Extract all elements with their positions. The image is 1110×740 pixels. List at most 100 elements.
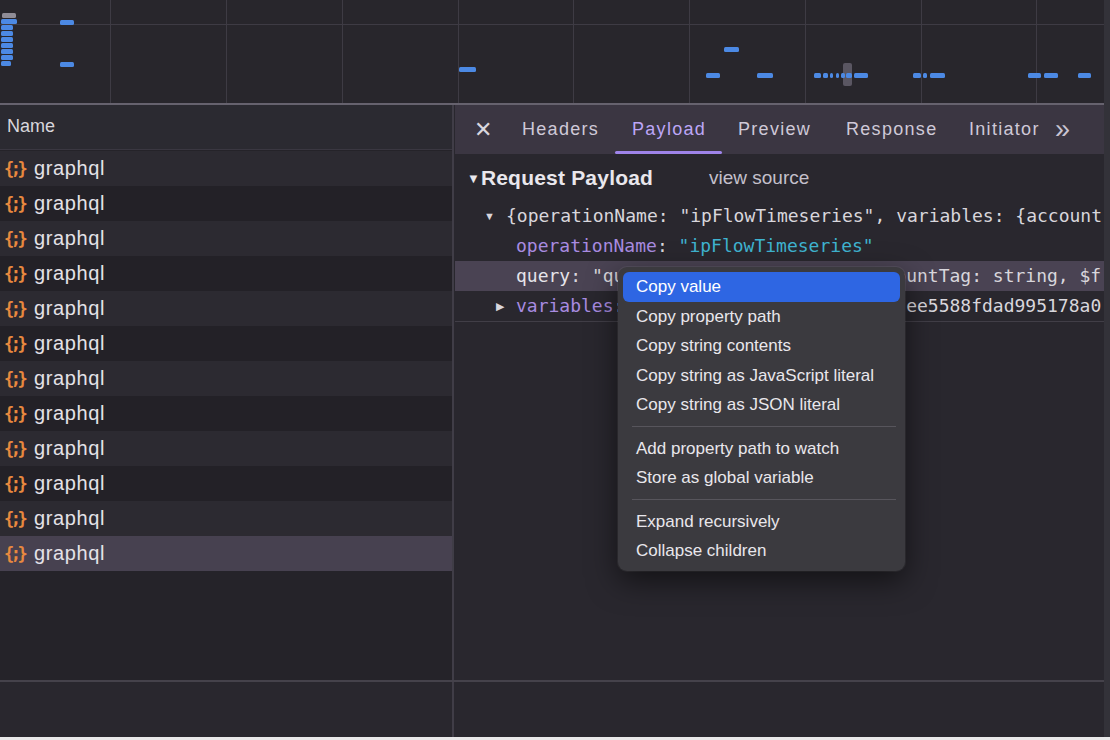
menu-item[interactable]: Copy property path [623, 302, 900, 332]
overview-request-bar [923, 73, 927, 78]
menu-item[interactable]: Collapse children [623, 536, 900, 566]
overview-request-bar [913, 73, 921, 78]
tab-initiator[interactable]: Initiator [969, 105, 1040, 154]
collapse-triangle-icon[interactable]: ▼ [467, 171, 480, 186]
view-source-label: view source [709, 167, 809, 189]
overview-request-bar [1, 25, 13, 30]
json-braces-icon: {;} [4, 439, 34, 459]
request-row[interactable]: {;}graphql [0, 501, 452, 536]
menu-item[interactable]: Expand recursively [623, 507, 900, 537]
overview-request-bar [854, 73, 868, 78]
request-name: graphql [34, 472, 105, 495]
property-value: "ipFlowTimeseries" [679, 235, 874, 256]
json-braces-icon: {;} [4, 159, 34, 179]
footer-divider [0, 680, 1104, 682]
menu-item[interactable]: Store as global variable [623, 463, 900, 493]
chevron-double-right-icon: » [1055, 114, 1070, 145]
overview-request-bar [814, 73, 821, 78]
request-list-panel: Name {;}graphql{;}graphql{;}graphql{;}gr… [0, 105, 452, 680]
close-icon[interactable]: ✕ [474, 105, 492, 154]
overview-request-bar [60, 62, 74, 67]
menu-item[interactable]: Copy value [623, 272, 900, 302]
property-key: query [516, 265, 570, 286]
overview-request-bar [706, 73, 720, 78]
grid-line [921, 0, 922, 103]
grid-line [1036, 0, 1037, 103]
request-name: graphql [34, 157, 105, 180]
json-braces-icon: {;} [4, 334, 34, 354]
tab-preview[interactable]: Preview [738, 105, 811, 154]
overview-request-bar [1, 49, 13, 54]
request-row[interactable]: {;}graphql [0, 256, 452, 291]
tab-headers[interactable]: Headers [522, 105, 599, 154]
json-braces-icon: {;} [4, 299, 34, 319]
request-row[interactable]: {;}graphql [0, 151, 452, 186]
request-name: graphql [34, 542, 105, 565]
column-header-label: Name [7, 116, 55, 137]
json-braces-icon: {;} [4, 369, 34, 389]
network-overview[interactable] [0, 0, 1110, 103]
grid-line [458, 0, 459, 103]
tab-payload[interactable]: Payload [632, 105, 706, 154]
tree-row-operation-name[interactable]: operationName: "ipFlowTimeseries" [455, 231, 1104, 261]
overview-request-bar [724, 47, 739, 52]
request-row[interactable]: {;}graphql [0, 326, 452, 361]
expander-icon[interactable]: ▶ [496, 291, 504, 321]
expander-icon[interactable]: ▼ [484, 201, 495, 231]
request-name: graphql [34, 297, 105, 320]
request-name: graphql [34, 367, 105, 390]
property-key: variables [516, 295, 614, 316]
overview-request-bar [1044, 73, 1058, 78]
menu-item[interactable]: Copy string as JavaScript literal [623, 361, 900, 391]
request-row[interactable]: {;}graphql [0, 291, 452, 326]
request-payload-section[interactable]: ▼ Request Payload [467, 161, 653, 195]
json-braces-icon: {;} [4, 264, 34, 284]
column-header-name[interactable]: Name [0, 105, 452, 150]
json-braces-icon: {;} [4, 229, 34, 249]
overview-request-bar [836, 73, 839, 78]
request-name: graphql [34, 437, 105, 460]
request-row[interactable]: {;}graphql [0, 466, 452, 501]
overview-request-bar [1078, 73, 1091, 78]
overview-request-bar [1, 19, 17, 24]
tree-row-root[interactable]: ▼{operationName: "ipFlowTimeseries", var… [455, 201, 1104, 231]
json-braces-icon: {;} [4, 404, 34, 424]
close-glyph: ✕ [474, 117, 492, 143]
menu-item[interactable]: Copy string as JSON literal [623, 390, 900, 420]
property-key: operationName [516, 235, 657, 256]
request-name: graphql [34, 192, 105, 215]
grid-line [0, 24, 1110, 25]
overview-request-bar [830, 73, 833, 78]
overview-request-bar [823, 73, 828, 78]
request-row[interactable]: {;}graphql [0, 186, 452, 221]
overview-request-bar [930, 73, 945, 78]
tab-response[interactable]: Response [846, 105, 937, 154]
request-row[interactable]: {;}graphql [0, 396, 452, 431]
detail-tabbar: ✕ » Headers Payload Preview Response Initiat… [455, 105, 1104, 154]
grid-line [110, 0, 111, 103]
view-source-link[interactable]: view source [709, 161, 809, 195]
grid-line [689, 0, 690, 103]
overview-request-bar [1, 31, 13, 36]
request-row[interactable]: {;}graphql [0, 536, 452, 571]
overview-request-bar [841, 73, 845, 78]
request-name: graphql [34, 507, 105, 530]
window-edge [1104, 0, 1110, 737]
menu-separator [623, 420, 900, 434]
request-name: graphql [34, 262, 105, 285]
json-braces-icon: {;} [4, 509, 34, 529]
menu-item[interactable]: Copy string contents [623, 331, 900, 361]
more-tabs-icon[interactable]: » [1055, 105, 1070, 154]
overview-request-bar [1, 37, 13, 42]
request-row[interactable]: {;}graphql [0, 361, 452, 396]
panel-divider[interactable] [452, 105, 454, 737]
request-row[interactable]: {;}graphql [0, 221, 452, 256]
request-name: graphql [34, 227, 105, 250]
grid-line [805, 0, 806, 103]
request-row[interactable]: {;}graphql [0, 431, 452, 466]
object-preview: {operationName: "ipFlowTimeseries", vari… [455, 205, 1102, 226]
menu-item[interactable]: Add property path to watch [623, 434, 900, 464]
overview-request-bar [60, 20, 74, 25]
request-name: graphql [34, 402, 105, 425]
json-braces-icon: {;} [4, 194, 34, 214]
